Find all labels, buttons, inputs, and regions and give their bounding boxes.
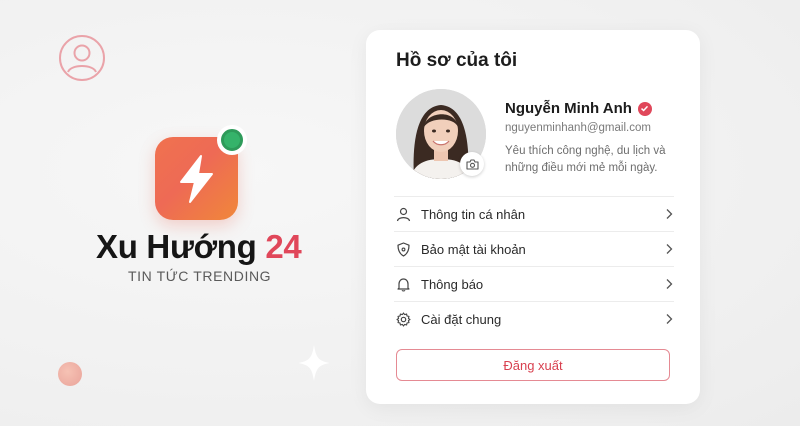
brand-name-number: 24 [265, 228, 302, 265]
menu-item-general-settings[interactable]: Cài đặt chung [394, 301, 674, 336]
decorative-dot [58, 362, 82, 386]
menu-item-label: Thông báo [421, 276, 484, 292]
user-name-text: Nguyễn Minh Anh [505, 100, 632, 117]
profile-menu: Thông tin cá nhân Bảo mật tài khoản Thôn… [394, 196, 674, 336]
gear-icon [394, 310, 412, 328]
user-name: Nguyễn Minh Anh [505, 100, 652, 117]
shield-icon [394, 240, 412, 258]
bell-icon [394, 275, 412, 293]
camera-icon [465, 159, 479, 170]
menu-item-label: Thông tin cá nhân [421, 206, 526, 222]
chevron-right-icon [664, 243, 674, 255]
brand-name-text: Xu Hướng [96, 228, 257, 265]
menu-item-notifications[interactable]: Thông báo [394, 266, 674, 301]
menu-item-label: Bảo mật tài khoản [421, 241, 526, 257]
brand-tagline: TIN TỨC TRENDING [128, 268, 272, 284]
lightning-bolt-icon [180, 155, 213, 203]
brand-name: Xu Hướng 24 [96, 228, 302, 266]
change-photo-button[interactable] [460, 152, 484, 176]
profile-card: Hồ sơ của tôi Nguyễn Minh Anh nguyenminh… [366, 30, 700, 404]
sparkle-icon [296, 343, 332, 388]
chevron-right-icon [664, 278, 674, 290]
user-icon [394, 205, 412, 223]
menu-item-account-security[interactable]: Bảo mật tài khoản [394, 231, 674, 266]
chevron-right-icon [664, 313, 674, 325]
logout-button[interactable]: Đăng xuất [396, 349, 670, 381]
online-status-dot [217, 125, 247, 155]
verified-check-icon [637, 101, 652, 116]
menu-item-label: Cài đặt chung [421, 311, 502, 327]
user-bio: Yêu thích công nghệ, du lịch và những đi… [505, 145, 666, 174]
menu-item-personal-info[interactable]: Thông tin cá nhân [394, 196, 674, 231]
user-circle-icon [58, 34, 106, 82]
chevron-right-icon [664, 208, 674, 220]
card-title: Hồ sơ của tôi [396, 50, 518, 71]
user-email: nguyenminhanh@gmail.com [505, 122, 651, 134]
